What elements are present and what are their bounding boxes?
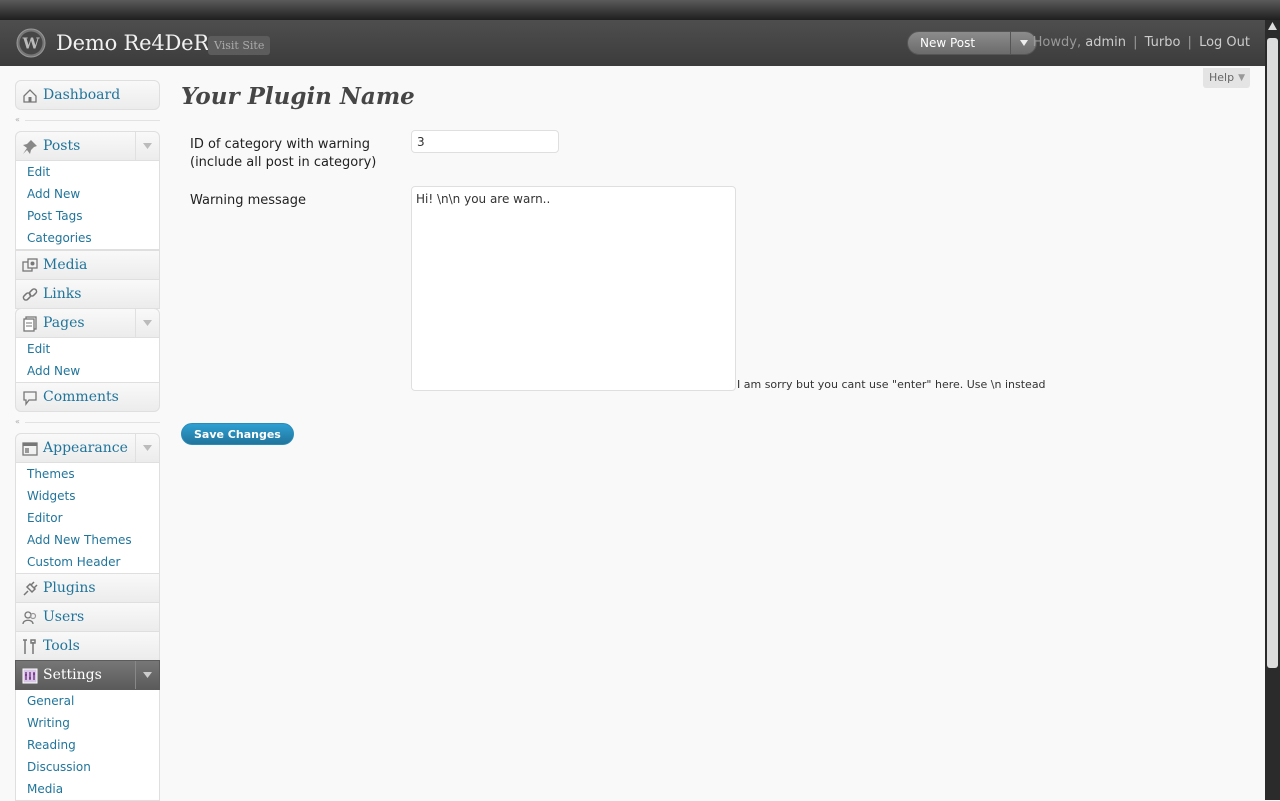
- favorite-action-label[interactable]: New Post: [920, 32, 975, 54]
- admin-header: W Demo Re4DeR Visit Site New Post Howdy,…: [0, 20, 1265, 66]
- favorite-actions-dropdown[interactable]: New Post: [907, 31, 1037, 55]
- menu-item-appearance[interactable]: Appearance: [15, 433, 160, 463]
- submenu-item-post-tags[interactable]: Post Tags: [16, 205, 159, 227]
- scrollbar-thumb[interactable]: [1267, 38, 1278, 668]
- menu-label-tools: Tools: [43, 638, 80, 654]
- submenu-item-themes[interactable]: Themes: [16, 463, 159, 485]
- submenu-item-add-new[interactable]: Add New: [16, 183, 159, 205]
- chevron-down-icon: [143, 672, 152, 678]
- window-top-strip: [0, 0, 1280, 20]
- menu-item-dashboard[interactable]: Dashboard: [15, 80, 160, 110]
- svg-text:W: W: [22, 35, 41, 53]
- pushpin-icon: [23, 140, 37, 154]
- menu-separator[interactable]: «: [15, 115, 160, 124]
- menu-item-posts[interactable]: Posts: [15, 131, 160, 161]
- menu-label-settings: Settings: [43, 667, 102, 683]
- submenu-item-custom-header[interactable]: Custom Header: [16, 551, 159, 573]
- warning-message-label: Warning message: [190, 193, 307, 208]
- posts-toggle[interactable]: [135, 132, 159, 160]
- menu-item-media[interactable]: Media: [15, 250, 160, 280]
- submenu-item-edit[interactable]: Edit: [16, 338, 159, 360]
- menu-label-plugins: Plugins: [43, 580, 96, 596]
- user-info: Howdy, admin | Turbo | Log Out: [1033, 35, 1250, 50]
- scroll-up-arrow-icon[interactable]: [1268, 22, 1277, 30]
- submenu-item-widgets[interactable]: Widgets: [16, 485, 159, 507]
- menu-label-appearance: Appearance: [43, 440, 128, 456]
- appearance-icon: [22, 442, 38, 456]
- menu-item-links[interactable]: Links: [15, 279, 160, 309]
- tools-icon: [23, 639, 36, 654]
- comment-bubble-icon: [23, 391, 37, 406]
- submenu-item-add-new[interactable]: Add New: [16, 360, 159, 382]
- pages-toggle[interactable]: [135, 309, 159, 337]
- site-title[interactable]: Demo Re4DeR: [56, 31, 209, 55]
- menu-label-comments: Comments: [43, 389, 119, 405]
- chevron-down-icon: [143, 143, 152, 149]
- settings-icon: [22, 668, 38, 684]
- menu-item-settings[interactable]: Settings: [15, 660, 160, 690]
- menu-item-plugins[interactable]: Plugins: [15, 573, 160, 603]
- collapse-arrow-icon[interactable]: «: [15, 115, 20, 124]
- wordpress-logo-icon[interactable]: W: [16, 28, 46, 58]
- submenu-item-discussion[interactable]: Discussion: [16, 756, 159, 778]
- separator: |: [1133, 35, 1138, 50]
- menu-item-comments[interactable]: Comments: [15, 382, 160, 412]
- submenu-item-reading[interactable]: Reading: [16, 734, 159, 756]
- submenu-item-general[interactable]: General: [16, 690, 159, 712]
- menu-label-posts: Posts: [43, 138, 81, 154]
- menu-item-pages[interactable]: Pages: [15, 308, 160, 338]
- link-chain-icon: [22, 288, 38, 301]
- menu-label-dashboard: Dashboard: [43, 87, 121, 103]
- submenu-item-writing[interactable]: Writing: [16, 712, 159, 734]
- menu-item-tools[interactable]: Tools: [15, 631, 160, 661]
- menu-label-links: Links: [43, 286, 82, 302]
- submenu-item-media[interactable]: Media: [16, 778, 159, 800]
- media-icon: [22, 258, 38, 272]
- logout-link[interactable]: Log Out: [1199, 35, 1250, 50]
- category-id-input[interactable]: [411, 130, 559, 153]
- category-id-label: ID of category with warning (include all…: [190, 137, 377, 170]
- vertical-scrollbar[interactable]: [1265, 20, 1280, 800]
- save-changes-button[interactable]: Save Changes: [181, 423, 294, 445]
- submenu-item-categories[interactable]: Categories: [16, 227, 159, 249]
- visit-site-button[interactable]: Visit Site: [208, 36, 271, 55]
- pages-icon: [23, 316, 37, 332]
- chevron-down-icon: [143, 320, 152, 326]
- turbo-link[interactable]: Turbo: [1145, 35, 1181, 50]
- help-label: Help: [1209, 71, 1235, 84]
- pages-submenu: Edit Add New: [15, 338, 160, 383]
- posts-submenu: Edit Add New Post Tags Categories: [15, 161, 160, 250]
- help-button[interactable]: Help ▼: [1203, 68, 1250, 88]
- submenu-item-edit[interactable]: Edit: [16, 161, 159, 183]
- separator: |: [1187, 35, 1192, 50]
- submenu-item-editor[interactable]: Editor: [16, 507, 159, 529]
- settings-submenu: General Writing Reading Discussion Media: [15, 690, 160, 801]
- appearance-toggle[interactable]: [135, 434, 159, 462]
- dashboard-icon: [23, 89, 37, 103]
- menu-separator[interactable]: «: [15, 417, 160, 426]
- plug-icon: [23, 581, 38, 596]
- menu-label-media: Media: [43, 257, 88, 273]
- user-link[interactable]: admin: [1085, 35, 1126, 50]
- warning-message-textarea[interactable]: Hi! \n\n you are warn..: [411, 186, 736, 391]
- users-icon: [22, 611, 37, 625]
- chevron-down-icon: ▼: [1238, 73, 1245, 83]
- appearance-submenu: Themes Widgets Editor Add New Themes Cus…: [15, 463, 160, 574]
- submenu-item-add-new-themes[interactable]: Add New Themes: [16, 529, 159, 551]
- howdy-text: Howdy,: [1032, 35, 1082, 50]
- chevron-down-icon: [143, 445, 152, 451]
- menu-label-pages: Pages: [43, 315, 85, 331]
- page-title: Your Plugin Name: [181, 83, 415, 110]
- warning-message-hint: I am sorry but you cant use "enter" here…: [737, 378, 1046, 391]
- menu-item-users[interactable]: Users: [15, 602, 160, 632]
- chevron-down-icon: [1020, 40, 1028, 46]
- collapse-arrow-icon[interactable]: «: [15, 417, 20, 426]
- settings-toggle[interactable]: [135, 661, 159, 689]
- menu-label-users: Users: [43, 609, 85, 625]
